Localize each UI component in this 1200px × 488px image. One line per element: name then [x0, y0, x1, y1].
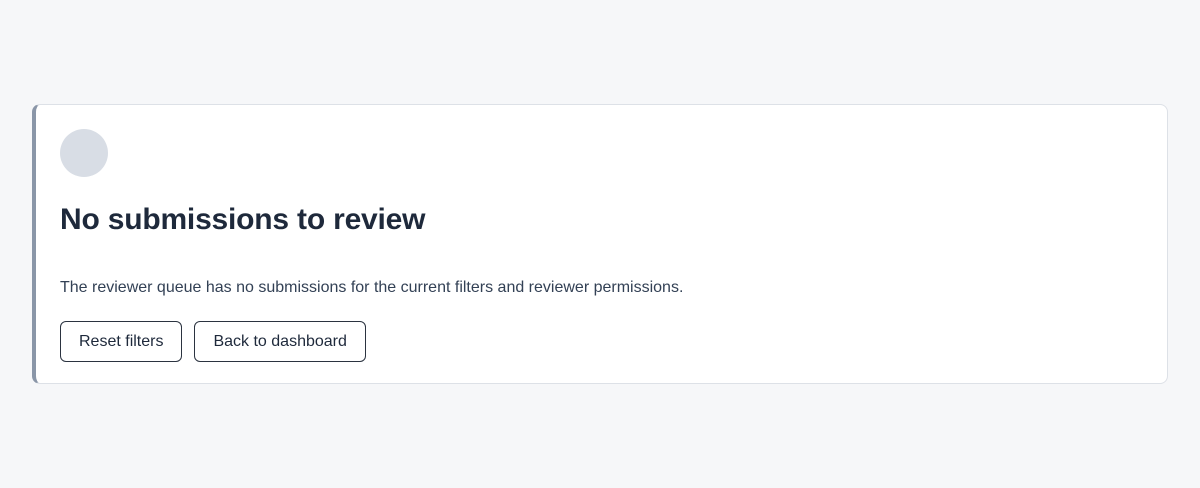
empty-state-actions: Reset filters Back to dashboard	[60, 321, 1143, 362]
back-to-dashboard-button[interactable]: Back to dashboard	[194, 321, 366, 362]
empty-state-title: No submissions to review	[60, 203, 426, 236]
empty-state-card: No submissions to review The reviewer qu…	[32, 104, 1168, 384]
reset-filters-button[interactable]: Reset filters	[60, 321, 183, 362]
placeholder-circle-icon	[60, 129, 108, 177]
empty-state-description: The reviewer queue has no submissions fo…	[60, 279, 684, 296]
